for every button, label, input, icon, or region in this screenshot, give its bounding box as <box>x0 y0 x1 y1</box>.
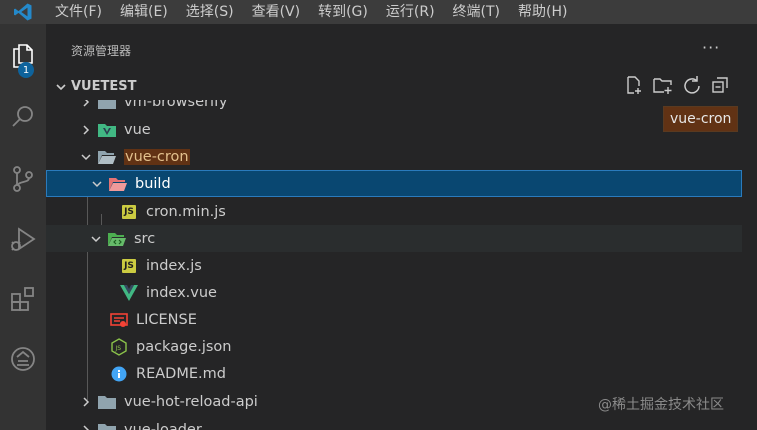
tree-item-label: package.json <box>136 338 232 355</box>
menu-edit[interactable]: 编辑(E) <box>111 0 177 24</box>
tree-item-label: cron.min.js <box>146 203 226 220</box>
menu-terminal[interactable]: 终端(T) <box>444 0 509 24</box>
src-folder-icon <box>108 230 126 248</box>
build-folder-icon <box>109 175 127 193</box>
tree-item-label: vue-loader <box>124 421 202 430</box>
tree-item-label: vue-hot-reload-api <box>124 393 258 410</box>
tree-item-label: vue <box>124 121 151 138</box>
tree-item-readme[interactable]: README.md <box>46 360 742 387</box>
nodejs-icon: JS <box>110 337 128 356</box>
tree-item-label: index.vue <box>146 284 217 301</box>
chevron-right-icon <box>78 422 94 430</box>
more-actions-button[interactable]: ··· <box>702 38 720 57</box>
tree-item-vue-cron[interactable]: vue-cron <box>46 143 742 170</box>
new-folder-icon[interactable] <box>652 75 674 99</box>
menu-go[interactable]: 转到(G) <box>309 0 377 24</box>
menu-selection[interactable]: 选择(S) <box>177 0 243 24</box>
activity-bar: 1 <box>0 24 46 430</box>
tree-item-label: README.md <box>136 365 226 382</box>
workspace-title: VUETEST <box>71 79 137 94</box>
workspace-section-header[interactable]: VUETEST <box>46 76 742 98</box>
chevron-right-icon <box>78 100 94 110</box>
scrollbar-track[interactable] <box>742 24 757 430</box>
svg-text:JS: JS <box>115 345 122 352</box>
menu-bar: 文件(F) 编辑(E) 选择(S) 查看(V) 转到(G) 运行(R) 终端(T… <box>0 0 757 24</box>
new-file-icon[interactable] <box>624 75 644 99</box>
search-icon[interactable] <box>0 94 46 140</box>
js-file-icon: JS <box>120 257 138 275</box>
extensions-icon[interactable] <box>0 276 46 322</box>
info-icon <box>110 365 128 383</box>
chevron-down-icon <box>89 176 105 192</box>
source-control-icon[interactable] <box>0 156 46 202</box>
watermark: @稀土掘金技术社区 <box>598 397 724 413</box>
vue-folder-icon <box>98 121 116 139</box>
tree-item-label: vm-browserify <box>124 100 228 110</box>
folder-icon <box>98 393 116 411</box>
collapse-all-icon[interactable] <box>710 75 730 99</box>
refresh-icon[interactable] <box>682 75 702 99</box>
tree-item-src[interactable]: src <box>46 225 742 252</box>
explorer-badge: 1 <box>18 62 34 78</box>
folder-open-icon <box>98 148 116 166</box>
vscode-logo-icon <box>0 0 46 24</box>
menu-view[interactable]: 查看(V) <box>243 0 310 24</box>
vue-file-icon <box>120 284 138 302</box>
js-file-icon: JS <box>120 203 138 221</box>
chevron-down-icon <box>88 231 104 247</box>
chevron-right-icon <box>78 122 94 138</box>
run-debug-icon[interactable] <box>0 216 46 262</box>
tree-item-license[interactable]: LICENSE <box>46 306 742 333</box>
tree-item-build[interactable]: build <box>46 170 742 197</box>
chevron-right-icon <box>78 394 94 410</box>
folder-icon <box>98 421 116 430</box>
explorer-panel: 资源管理器 ··· VUETEST vm-browserify vue vue-… <box>46 24 742 430</box>
tree-item-vue-loader[interactable]: vue-loader <box>46 416 742 430</box>
tree-item-cron-min-js[interactable]: JS cron.min.js <box>46 198 742 225</box>
section-actions <box>624 76 736 98</box>
remote-icon[interactable] <box>0 336 46 382</box>
menu-help[interactable]: 帮助(H) <box>509 0 576 24</box>
tree-item-vm-browserify[interactable]: vm-browserify <box>46 100 742 115</box>
explorer-title: 资源管理器 <box>71 44 132 58</box>
menu-file[interactable]: 文件(F) <box>46 0 111 24</box>
chevron-down-icon <box>54 79 68 98</box>
chevron-down-icon <box>78 149 94 165</box>
tree-item-label: vue-cron <box>124 148 190 165</box>
hover-tooltip: vue-cron <box>663 106 739 132</box>
explorer-header: 资源管理器 ··· <box>46 24 742 74</box>
file-tree: vm-browserify vue vue-cron build JS cron… <box>46 100 742 430</box>
tree-item-package-json[interactable]: JS package.json <box>46 333 742 360</box>
tree-item-label: build <box>135 175 171 192</box>
tree-item-label: src <box>134 230 156 247</box>
tree-item-index-vue[interactable]: index.vue <box>46 279 742 306</box>
license-file-icon <box>110 311 128 329</box>
tree-item-label: LICENSE <box>136 311 197 328</box>
menu-run[interactable]: 运行(R) <box>377 0 444 24</box>
tree-item-label: index.js <box>146 257 202 274</box>
tree-item-index-js[interactable]: JS index.js <box>46 252 742 279</box>
tree-item-vue[interactable]: vue <box>46 116 742 143</box>
folder-icon <box>98 100 116 111</box>
